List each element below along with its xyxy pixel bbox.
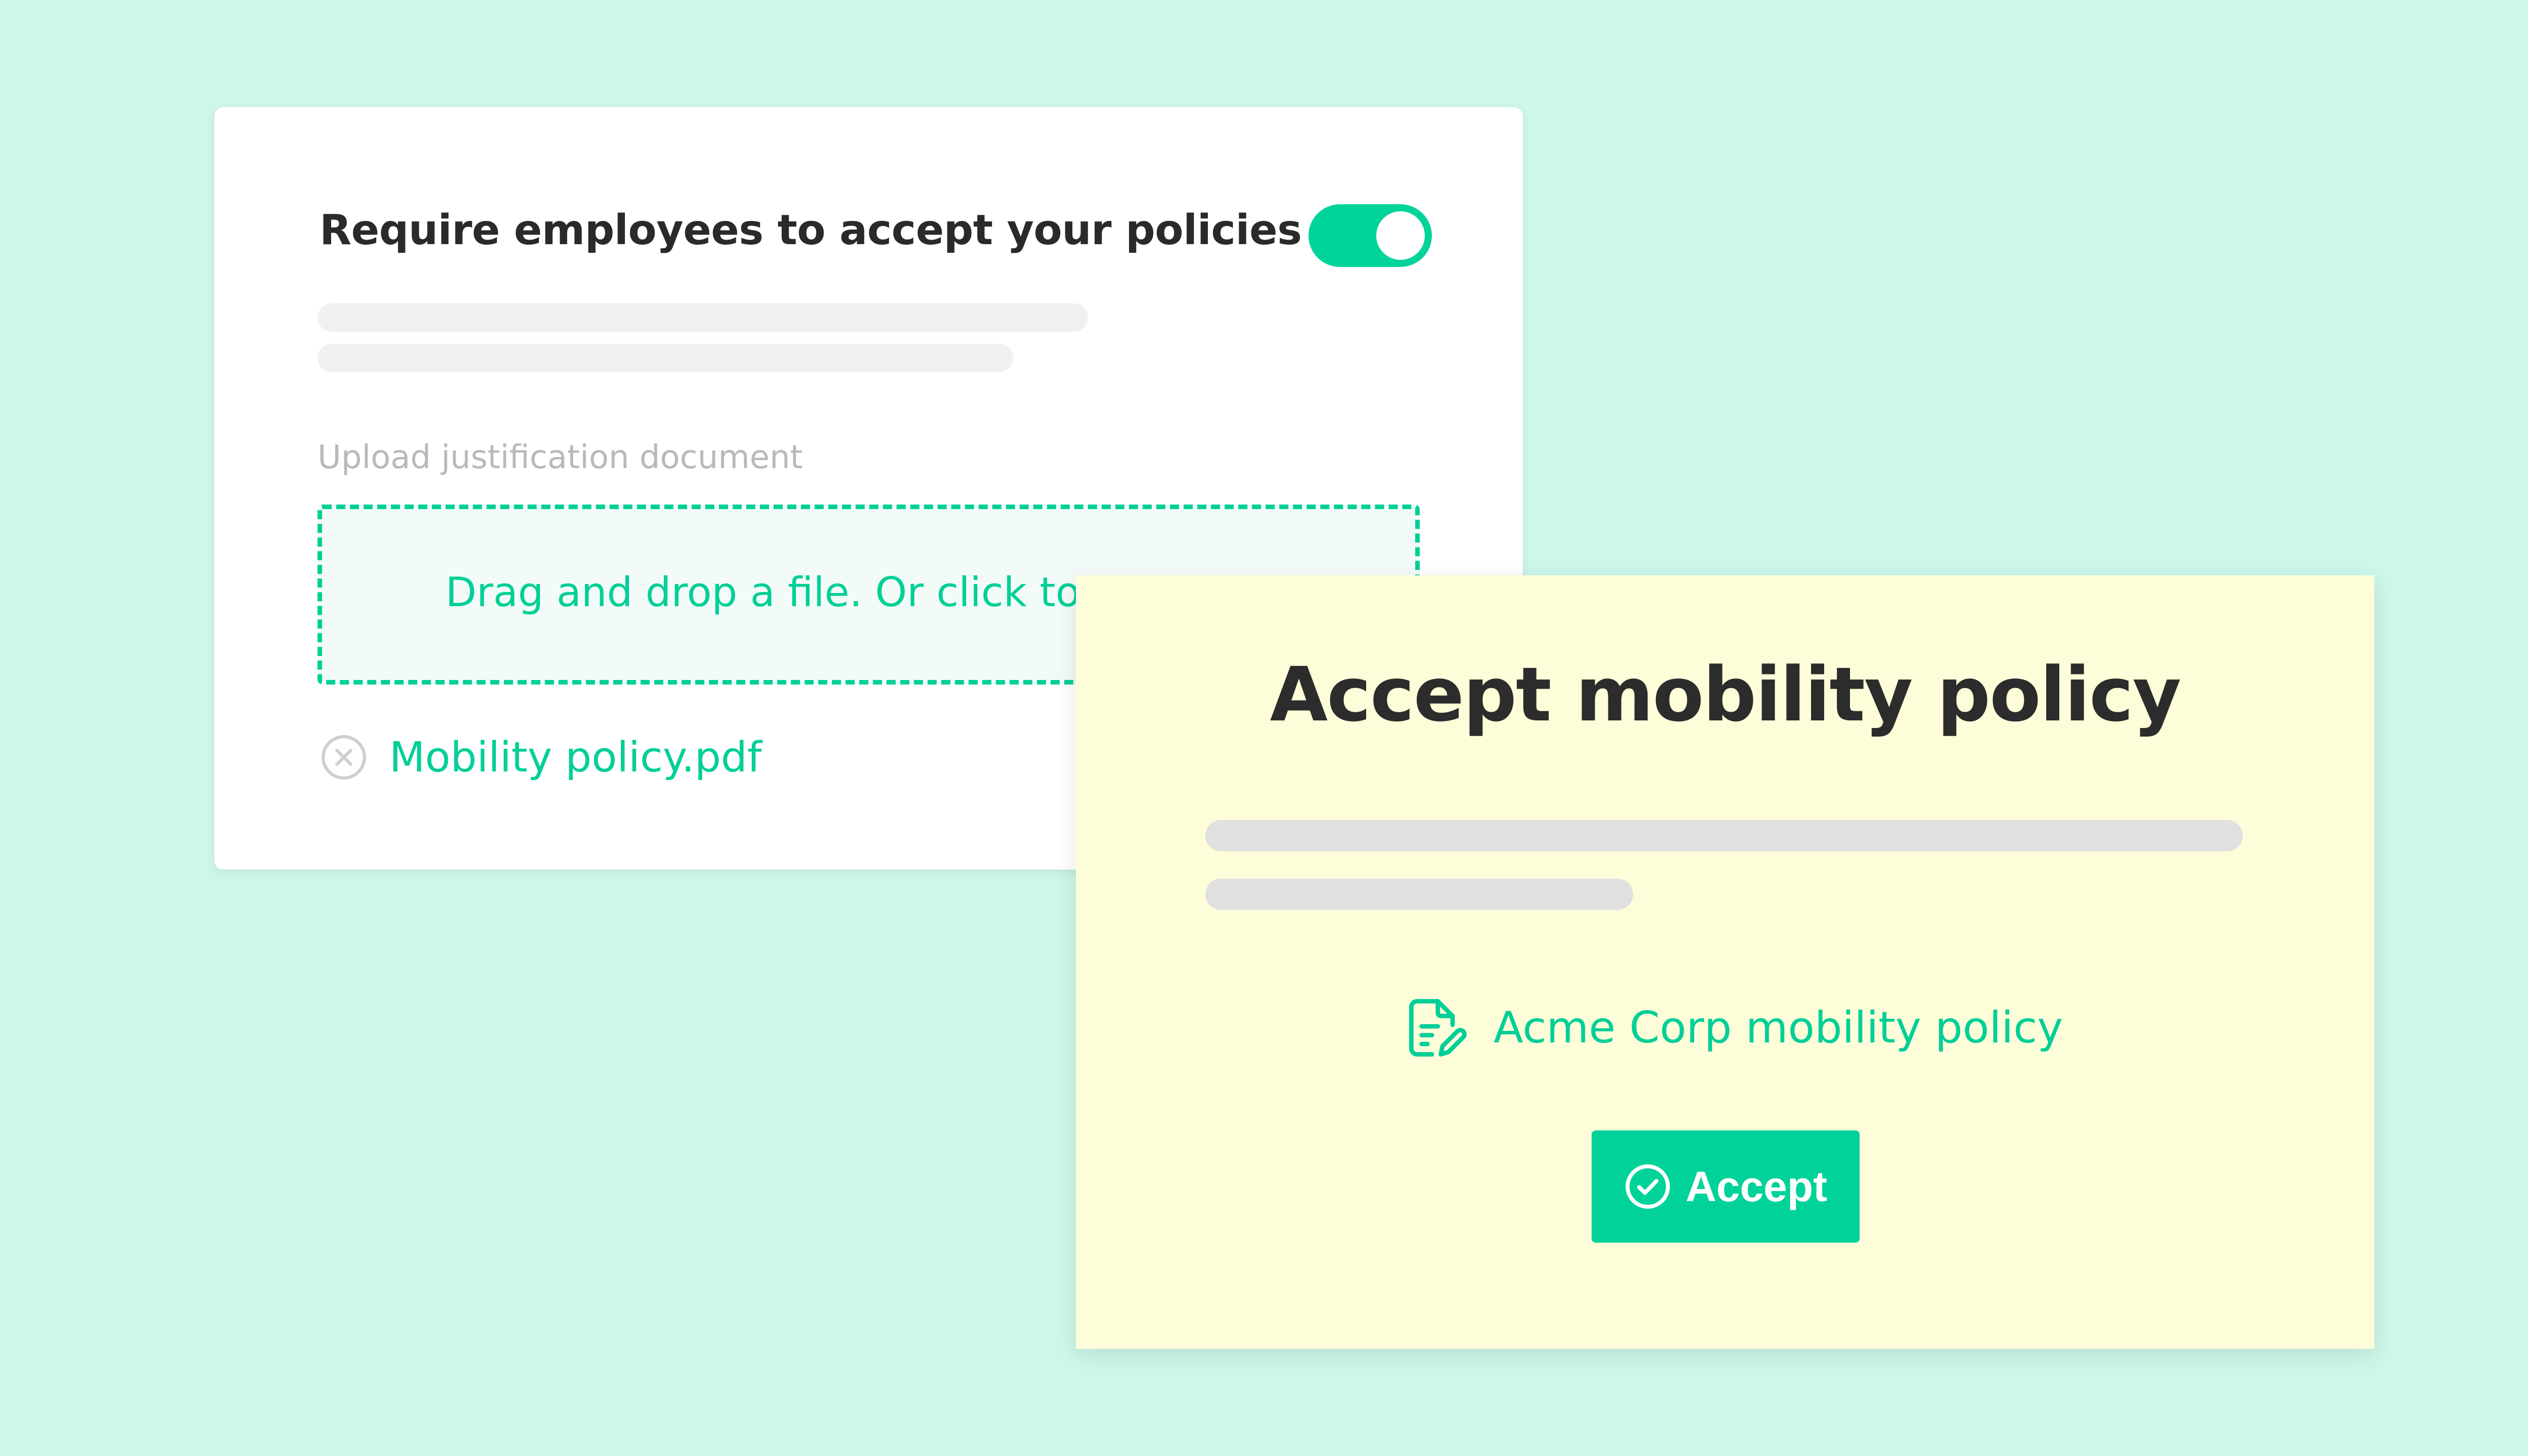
- require-acceptance-toggle[interactable]: [1308, 204, 1432, 267]
- modal-placeholder-line: [1205, 879, 1633, 910]
- settings-title: Require employees to accept your policie…: [320, 206, 1302, 254]
- modal-title: Accept mobility policy: [1270, 651, 2182, 738]
- toggle-knob: [1376, 211, 1425, 260]
- uploaded-file-row: Mobility policy.pdf: [320, 727, 762, 788]
- uploaded-file-name[interactable]: Mobility policy.pdf: [389, 734, 762, 782]
- accept-button[interactable]: Accept: [1592, 1130, 1860, 1243]
- description-placeholder-line: [318, 303, 1088, 332]
- policy-document-link[interactable]: Acme Corp mobility policy: [1400, 990, 2063, 1066]
- description-placeholder-line: [318, 344, 1013, 372]
- accept-policy-modal: Accept mobility policy Acme Corp mobilit…: [1076, 575, 2374, 1349]
- modal-placeholder-line: [1205, 820, 2243, 851]
- circle-x-icon[interactable]: [320, 733, 368, 782]
- accept-button-label: Accept: [1685, 1162, 1828, 1210]
- document-edit-icon: [1409, 999, 1467, 1057]
- upload-label: Upload justification document: [318, 439, 803, 476]
- policy-link-label: Acme Corp mobility policy: [1494, 1003, 2063, 1053]
- check-circle-icon: [1626, 1164, 1670, 1209]
- dropzone-text: Drag and drop a file. Or click to: [445, 569, 1080, 616]
